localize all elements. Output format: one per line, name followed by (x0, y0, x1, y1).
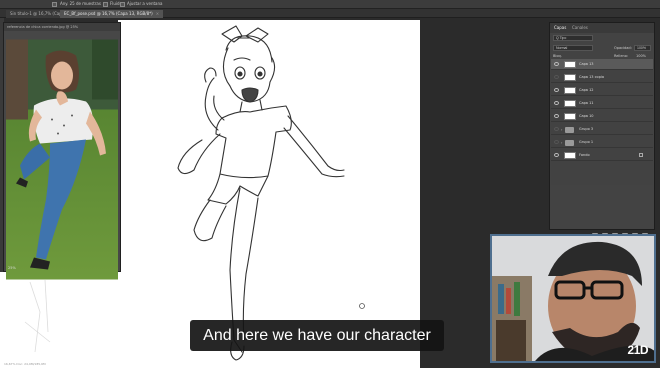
webcam-overlay: 21D (490, 234, 656, 363)
layer-row[interactable]: Capa 13 copia (551, 72, 653, 83)
visibility-eye-icon[interactable] (554, 153, 559, 157)
folder-icon (565, 140, 574, 146)
layer-row[interactable]: Fondo (551, 150, 653, 161)
tab-channels[interactable]: Canales (572, 25, 588, 30)
layer-row[interactable]: Capa 12 (551, 85, 653, 96)
tab-document-2[interactable]: EC_Bf_pose.psd @ 16,7% (Capa 13, RGB/8*)… (60, 10, 164, 18)
visibility-eye-icon[interactable] (554, 140, 559, 144)
options-bar: Any. 25 de muestras Fluido Ajustar a ven… (0, 0, 660, 9)
visibility-eye-icon[interactable] (554, 62, 559, 66)
video-subtitle: And here we have our character (190, 320, 444, 351)
sample-checkbox[interactable] (52, 2, 57, 7)
layer-thumbnail (564, 61, 576, 68)
visibility-eye-icon[interactable] (554, 114, 559, 118)
opacity-label: Opacidad: (614, 46, 632, 50)
panel-tab-bar: Capas Canales (550, 23, 654, 33)
layer-thumbnail (564, 100, 576, 107)
layer-name: Grupo 3 (579, 127, 594, 131)
layer-row[interactable]: › Grupo 3 (551, 124, 653, 135)
channel-logo: 21D (627, 343, 648, 357)
layer-name: Capa 13 copia (579, 75, 605, 79)
character-sketch (177, 25, 365, 361)
option-fit[interactable]: Ajustar a ventana (127, 1, 163, 6)
folder-icon (565, 127, 574, 133)
drawing-canvas[interactable] (118, 20, 420, 368)
document-tab-row: Sin título-1 @ 16,7% (Capa 13, RGB/8*)× … (0, 9, 660, 18)
layer-filter-select[interactable]: Q Tipo (553, 35, 593, 41)
tab-label: EC_Bf_pose.psd @ 16,7% (Capa 13, RGB/8*) (64, 11, 153, 16)
layers-panel: Capas Canales Q Tipo Normal Opacidad: 10… (549, 22, 655, 239)
layer-thumbnail (564, 152, 576, 159)
layer-row[interactable]: Capa 10 (551, 111, 653, 122)
lock-icon (639, 153, 643, 157)
visibility-eye-icon[interactable] (554, 75, 559, 79)
visibility-eye-icon[interactable] (554, 127, 559, 131)
layer-name: Capa 11 (579, 101, 594, 105)
blend-mode-select[interactable]: Normal (553, 45, 593, 51)
layer-thumbnail (564, 113, 576, 120)
layer-name: Fondo (579, 153, 590, 157)
reference-zoom-readout: 25% (8, 266, 16, 270)
fit-checkbox[interactable] (120, 2, 125, 7)
close-icon[interactable]: × (156, 11, 159, 16)
layer-name: Grupo 1 (579, 140, 594, 144)
layer-row[interactable]: Capa 13 (551, 59, 653, 70)
visibility-eye-icon[interactable] (554, 88, 559, 92)
reference-photo-window[interactable]: referencia de chica corriendo.jpg @ 25% … (3, 22, 121, 280)
layer-row[interactable]: › Grupo 1 (551, 137, 653, 148)
expand-arrow-icon[interactable]: › (561, 140, 562, 145)
layer-name: Capa 13 (579, 62, 594, 66)
fluid-checkbox[interactable] (103, 2, 108, 7)
layer-thumbnail (564, 87, 576, 94)
reference-photo (6, 39, 118, 280)
layer-name: Capa 10 (579, 114, 594, 118)
tab-layers[interactable]: Capas (554, 25, 566, 30)
visibility-eye-icon[interactable] (554, 101, 559, 105)
opacity-input[interactable]: 100% (634, 45, 651, 51)
status-bar: 16,67% Doc: 24,9M/185,6M (4, 362, 46, 366)
option-samples[interactable]: Any. 25 de muestras (60, 1, 101, 6)
layer-thumbnail (564, 74, 576, 81)
layer-name: Capa 12 (579, 88, 594, 92)
layer-list: Capa 13 Capa 13 copia Capa 12 Capa 11 Capa 1… (551, 59, 653, 185)
layer-row[interactable]: Capa 11 (551, 98, 653, 109)
reference-window-title[interactable]: referencia de chica corriendo.jpg @ 25% (4, 23, 120, 31)
expand-arrow-icon[interactable]: › (561, 127, 562, 132)
